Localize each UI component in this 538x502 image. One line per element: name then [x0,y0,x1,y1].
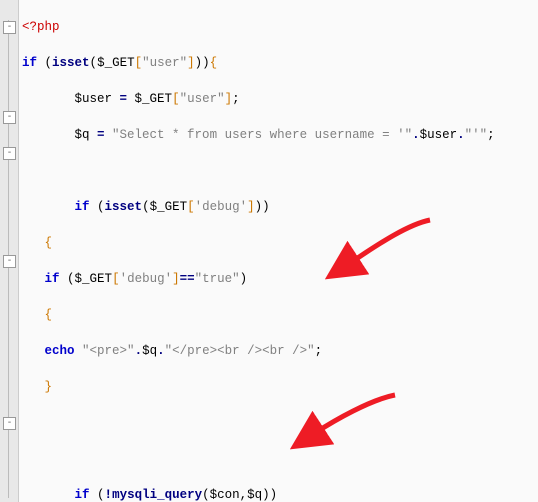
fn-isset: isset [52,56,90,70]
code-editor: - - - - - <?php if (isset($_GET["user"])… [0,0,538,502]
fold-gutter: - - - - - [0,0,19,502]
fold-toggle[interactable]: - [3,147,16,160]
sql-string: "Select * from users where username = '" [112,128,412,142]
fold-toggle[interactable]: - [3,417,16,430]
kw-if: if [45,272,60,286]
fn-mysqli-query: mysqli_query [112,488,202,502]
kw-if: if [22,56,37,70]
kw-echo: echo [45,344,75,358]
fold-toggle[interactable]: - [3,21,16,34]
kw-if: if [75,200,90,214]
kw-if: if [75,488,90,502]
fold-toggle[interactable]: - [3,255,16,268]
php-open-tag: <?php [22,20,60,34]
code-area[interactable]: <?php if (isset($_GET["user"])){ $user =… [20,0,538,502]
fold-toggle[interactable]: - [3,111,16,124]
fn-isset: isset [105,200,143,214]
